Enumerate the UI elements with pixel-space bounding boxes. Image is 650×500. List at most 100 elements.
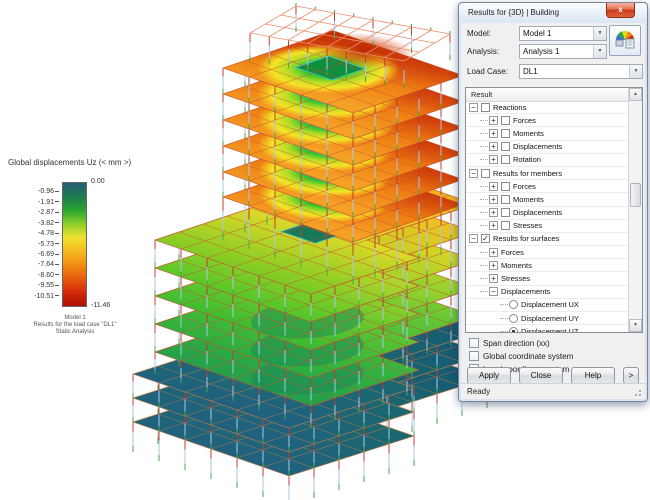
apply-button[interactable]: Apply xyxy=(467,367,511,384)
tree-connector xyxy=(500,331,508,332)
dialog-statusbar: Ready xyxy=(461,383,645,399)
collapse-icon[interactable]: − xyxy=(489,287,498,296)
collapse-icon[interactable]: − xyxy=(469,234,478,243)
tree-item-forces[interactable]: +Forces xyxy=(466,114,628,127)
collapse-icon[interactable]: − xyxy=(469,169,478,178)
chevron-down-icon[interactable]: ▼ xyxy=(593,45,606,58)
tree-item-displacements[interactable]: −Displacements xyxy=(466,286,628,299)
model-value: Model 1 xyxy=(523,29,551,38)
tree-checkbox[interactable] xyxy=(501,129,510,138)
analysis-label: Analysis: xyxy=(467,47,499,56)
tree-item-displacement-uy[interactable]: Displacement UY xyxy=(466,312,628,325)
option-label: Span direction (xx) xyxy=(483,339,550,348)
tree-checkbox[interactable] xyxy=(481,169,490,178)
tree-item-displacement-uz[interactable]: Displacement UZ xyxy=(466,325,628,332)
close-button[interactable]: Close xyxy=(519,367,563,384)
expand-icon[interactable]: + xyxy=(489,274,498,283)
legend-color-scale xyxy=(62,182,87,307)
expand-icon[interactable]: + xyxy=(489,142,498,151)
dialog-buttons: Apply Close Help > xyxy=(467,367,639,384)
option-checkbox[interactable] xyxy=(469,351,479,361)
tree-item-moments[interactable]: +Moments xyxy=(466,259,628,272)
expand-icon[interactable]: + xyxy=(489,195,498,204)
tree-item-results-for-surfaces[interactable]: −✓Results for surfaces xyxy=(466,233,628,246)
load-case-select[interactable]: DL1 ▼ xyxy=(519,64,643,79)
tree-checkbox[interactable] xyxy=(501,116,510,125)
legend-max-value: 0.00 xyxy=(91,178,105,185)
legend-tick-label: -1.91 xyxy=(6,199,59,206)
expand-icon[interactable]: + xyxy=(489,248,498,257)
tree-item-moments[interactable]: + Moments xyxy=(466,127,628,140)
scroll-down-icon[interactable]: ▼ xyxy=(629,319,642,332)
tree-connector xyxy=(480,199,488,200)
help-button[interactable]: Help xyxy=(571,367,615,384)
tree-connector xyxy=(480,120,488,121)
tree-connector xyxy=(480,278,488,279)
option-label: Global coordinate system xyxy=(483,352,573,361)
tree-scrollbar[interactable]: ▲ ▼ xyxy=(628,88,642,332)
tree-item-stresses[interactable]: +Stresses xyxy=(466,272,628,285)
tree-radio[interactable] xyxy=(509,300,518,309)
expand-icon[interactable]: + xyxy=(489,221,498,230)
tree-item-label: Displacement UY xyxy=(521,314,579,323)
tree-item-stresses[interactable]: +Stresses xyxy=(466,220,628,233)
model-select[interactable]: Model 1 ▼ xyxy=(519,26,607,41)
analysis-select[interactable]: Analysis 1 ▼ xyxy=(519,44,607,59)
chevron-down-icon[interactable]: ▼ xyxy=(593,27,606,40)
tree-connector xyxy=(480,212,488,213)
status-text: Ready xyxy=(467,387,490,396)
tree-connector xyxy=(480,146,488,147)
tree-checkbox[interactable] xyxy=(501,208,510,217)
option-span-direction-xx[interactable]: Span direction (xx) xyxy=(469,337,550,349)
tree-checkbox[interactable] xyxy=(501,182,510,191)
legend-tick-label: -0.96 xyxy=(6,188,59,195)
tree-item-rotation[interactable]: +Rotation xyxy=(466,154,628,167)
option-checkbox[interactable] xyxy=(469,338,479,348)
scroll-thumb[interactable] xyxy=(630,183,641,207)
dialog-title: Results for {3D} | Building xyxy=(468,8,559,17)
tree-item-label: Moments xyxy=(513,195,544,204)
color-panel-button[interactable] xyxy=(609,25,641,56)
expand-icon[interactable]: + xyxy=(489,129,498,138)
tree-checkbox[interactable] xyxy=(501,195,510,204)
tree-item-label: Displacements xyxy=(513,142,562,151)
tree-checkbox[interactable] xyxy=(501,221,510,230)
tree-item-label: Moments xyxy=(513,129,544,138)
tree-item-moments[interactable]: + Moments xyxy=(466,193,628,206)
tree-checkbox[interactable] xyxy=(501,155,510,164)
tree-item-forces[interactable]: +Forces xyxy=(466,180,628,193)
tree-item-displacements[interactable]: + Displacements xyxy=(466,141,628,154)
chevron-down-icon[interactable]: ▼ xyxy=(629,65,642,78)
tree-checkbox[interactable] xyxy=(501,142,510,151)
expand-icon[interactable]: + xyxy=(489,116,498,125)
more-button[interactable]: > xyxy=(623,367,639,384)
tree-item-forces[interactable]: +Forces xyxy=(466,246,628,259)
tree-item-results-for-members[interactable]: −Results for members xyxy=(466,167,628,180)
close-button[interactable]: x xyxy=(606,3,635,18)
tree-connector xyxy=(480,186,488,187)
tree-radio[interactable] xyxy=(509,314,518,323)
tree-checkbox[interactable] xyxy=(481,103,490,112)
tree-item-displacements[interactable]: +Displacements xyxy=(466,207,628,220)
load-case-value: DL1 xyxy=(523,67,538,76)
option-global-coordinate-system[interactable]: Global coordinate system xyxy=(469,350,573,362)
tree-connector xyxy=(480,133,488,134)
tree-checkbox[interactable]: ✓ xyxy=(481,234,490,243)
expand-icon[interactable]: + xyxy=(489,261,498,270)
expand-icon[interactable]: + xyxy=(489,182,498,191)
tree-radio[interactable] xyxy=(509,327,518,332)
scroll-up-icon[interactable]: ▲ xyxy=(629,88,642,101)
legend-tick-label: -5.73 xyxy=(6,241,59,248)
tree-item-label: Displacements xyxy=(501,287,550,296)
tree-item-reactions[interactable]: −Reactions xyxy=(466,101,628,114)
collapse-icon[interactable]: − xyxy=(469,103,478,112)
analysis-value: Analysis 1 xyxy=(523,47,559,56)
close-icon: x xyxy=(618,5,622,14)
legend-min-value: -11.46 xyxy=(91,302,110,309)
expand-icon[interactable]: + xyxy=(489,155,498,164)
tree-item-displacement-ux[interactable]: Displacement UX xyxy=(466,299,628,312)
dialog-titlebar[interactable]: Results for {3D} | Building x xyxy=(459,3,647,23)
expand-icon[interactable]: + xyxy=(489,208,498,217)
resize-grip-icon[interactable] xyxy=(633,388,642,397)
load-case-label: Load Case: xyxy=(467,67,508,76)
